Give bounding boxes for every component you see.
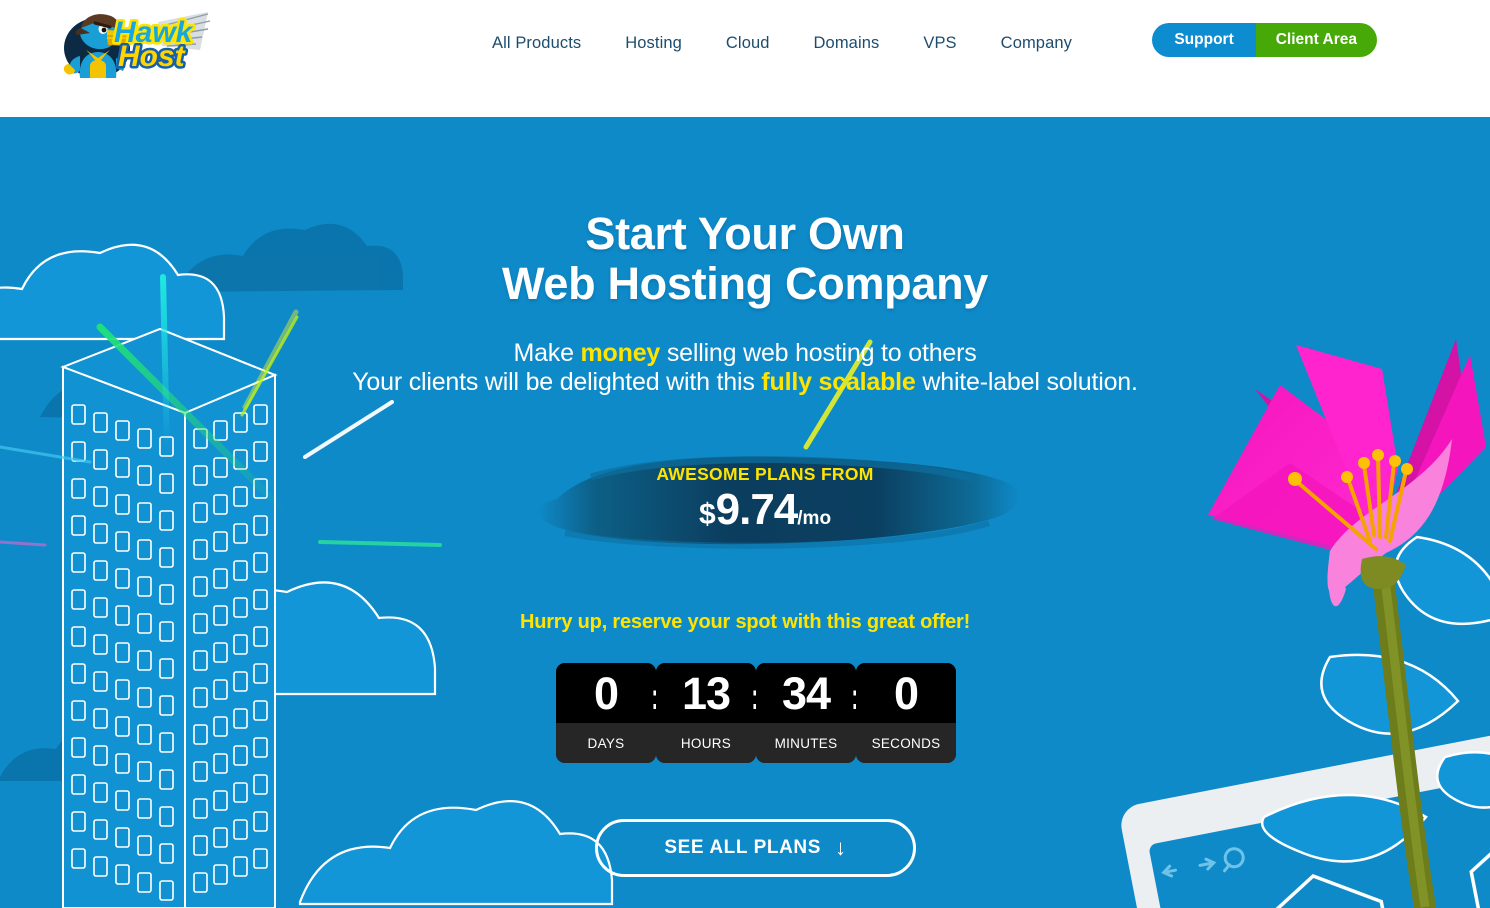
account-button-group: Support Client Area: [1152, 23, 1377, 57]
sub1-text-a: Make: [513, 339, 581, 367]
urgency-message: Hurry up, reserve your spot with this gr…: [519, 611, 971, 633]
price-value: 9.74: [715, 485, 799, 534]
site-header: Hawk Hawk Host Host All Products Hosting…: [0, 0, 1490, 117]
nav-item-all-products[interactable]: All Products: [470, 26, 603, 61]
countdown-hours-label-area: HOURS: [656, 723, 756, 763]
nav-item-vps[interactable]: VPS: [901, 26, 978, 61]
see-all-plans-button[interactable]: SEE ALL PLANS ↓: [595, 819, 916, 877]
main-navigation: All Products Hosting Cloud Domains VPS C…: [470, 26, 1094, 61]
cta-label: SEE ALL PLANS: [664, 837, 822, 858]
price-kicker: AWESOME PLANS FROM: [656, 464, 874, 484]
countdown-days-value-area: 0: [556, 663, 656, 723]
sub1-text-b: selling web hosting to others: [660, 339, 977, 367]
countdown-block-days: 0 DAYS: [556, 663, 656, 763]
hawk-host-logo[interactable]: Hawk Hawk Host Host: [50, 8, 212, 80]
price-currency: $: [698, 498, 716, 531]
nav-item-cloud[interactable]: Cloud: [704, 26, 792, 61]
nav-item-hosting[interactable]: Hosting: [603, 26, 704, 61]
price-amount: $9.74/mo: [495, 487, 1035, 543]
hero-title: Start Your Own Web Hosting Company: [0, 209, 1490, 309]
hero-subtitle-line-2: Your clients will be delighted with this…: [0, 368, 1490, 397]
price-period: /mo: [797, 508, 832, 529]
nav-item-domains[interactable]: Domains: [792, 26, 902, 61]
countdown-seconds-label: SECONDS: [871, 735, 941, 751]
countdown-seconds-value: 0: [893, 667, 919, 719]
leaf-outline-group: [1261, 535, 1490, 863]
countdown-minutes-value: 34: [781, 667, 831, 719]
hero-title-line-2: Web Hosting Company: [502, 258, 988, 309]
countdown-block-seconds: 0 SECONDS: [856, 663, 956, 763]
sub2-text-b: white-label solution.: [915, 368, 1138, 396]
countdown-days-label: DAYS: [587, 735, 625, 751]
hexagon-outline: [1257, 820, 1490, 908]
price-badge: AWESOME PLANS FROM $9.74/mo: [495, 447, 1035, 557]
countdown-hours-value-area: 13: [656, 663, 756, 723]
hero-title-line-1: Start Your Own: [585, 208, 905, 259]
countdown-days-label-area: DAYS: [556, 723, 656, 763]
support-button[interactable]: Support: [1152, 23, 1256, 57]
countdown-seconds-label-area: SECONDS: [856, 723, 956, 763]
sub2-text-a: Your clients will be delighted with this: [352, 368, 762, 396]
hero-subtitle-line-1: Make money selling web hosting to others: [0, 339, 1490, 368]
hero-section: Start Your Own Web Hosting Company Make …: [0, 117, 1490, 908]
countdown-hours-value: 13: [681, 667, 731, 719]
nav-item-company[interactable]: Company: [979, 26, 1094, 61]
countdown-hours-label: HOURS: [680, 735, 732, 751]
svg-text:Host: Host: [118, 40, 187, 73]
countdown-block-minutes: 34 MINUTES: [756, 663, 856, 763]
countdown-block-hours: 13 HOURS: [656, 663, 756, 763]
countdown-timer: 0 DAYS : 13 HOURS : 34 MINUTES : 0 SECON…: [556, 663, 956, 763]
countdown-minutes-label: MINUTES: [774, 735, 838, 751]
sub1-highlight-money: money: [580, 339, 661, 367]
sub2-highlight-fully-scalable: fully scalable: [761, 368, 916, 396]
countdown-days-value: 0: [593, 667, 619, 719]
countdown-minutes-value-area: 34: [756, 663, 856, 723]
client-area-button[interactable]: Client Area: [1255, 23, 1377, 57]
hero-subtitle: Make money selling web hosting to others…: [0, 339, 1490, 397]
tablet-device: [1121, 729, 1490, 908]
arrow-down-icon: ↓: [835, 835, 847, 860]
countdown-seconds-value-area: 0: [856, 663, 956, 723]
price-text-group: AWESOME PLANS FROM $9.74/mo: [495, 447, 1035, 543]
countdown-minutes-label-area: MINUTES: [756, 723, 856, 763]
